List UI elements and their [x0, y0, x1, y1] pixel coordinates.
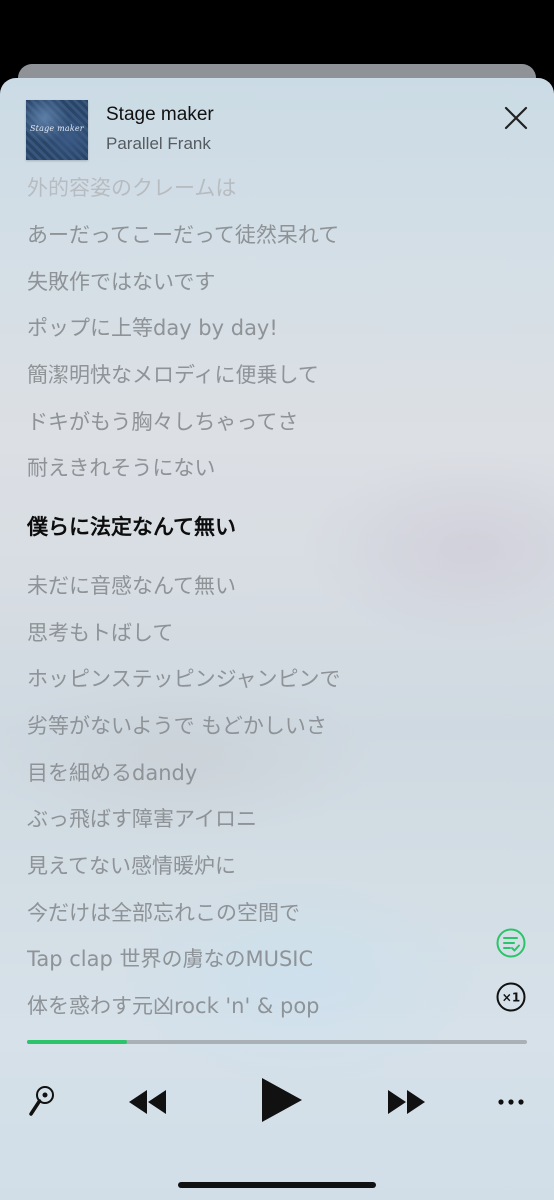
lyric-line[interactable]: ポップに上等day by day! — [27, 312, 278, 342]
lyric-line[interactable]: ホッピンステッピンジャンピンで — [27, 663, 341, 693]
progress-fill — [27, 1040, 127, 1044]
lyric-line[interactable]: 耐えきれそうにない — [27, 452, 215, 482]
close-button[interactable] — [500, 102, 532, 134]
lyrics-list[interactable]: 外的容姿のクレームは あーだってこーだって徒然呆れて 失敗作ではないです ポップ… — [27, 166, 527, 1026]
rewind-button[interactable] — [126, 1080, 170, 1124]
lyric-line[interactable]: 見えてない感情暖炉に — [27, 850, 236, 880]
lyric-line[interactable]: Tap clap 世界の虜なのMUSIC — [27, 943, 313, 973]
lyric-line-active[interactable]: 僕らに法定なんて無い — [27, 511, 236, 541]
microphone-icon — [29, 1086, 54, 1116]
play-icon — [262, 1078, 302, 1122]
album-art-text: Stage maker — [30, 124, 84, 133]
more-button[interactable] — [496, 1088, 526, 1116]
lyric-line[interactable]: 未だに音感なんて無い — [27, 570, 236, 600]
lyrics-sheet: Stage maker Stage maker Parallel Frank 外… — [0, 78, 554, 1200]
lyric-line[interactable]: 劣等がないようで もどかしいさ — [27, 710, 327, 740]
speed-icon: ×1 — [496, 982, 526, 1012]
progress-bar[interactable] — [27, 1040, 527, 1044]
lyrics-sync-button[interactable] — [496, 928, 526, 958]
lyric-line[interactable]: 目を細めるdandy — [27, 757, 197, 787]
lyric-line[interactable]: 体を惑わす元凶rock 'n' & pop — [27, 990, 320, 1020]
more-icon — [498, 1099, 524, 1105]
lyric-line[interactable]: あーだってこーだって徒然呆れて — [27, 219, 339, 249]
lyric-line[interactable]: 今だけは全部忘れこの空間で — [27, 897, 300, 927]
play-button[interactable] — [256, 1074, 304, 1126]
now-playing-header: Stage maker Stage maker Parallel Frank — [0, 78, 554, 178]
lyric-line[interactable]: ぶっ飛ばす障害アイロニ — [27, 803, 257, 833]
lyric-line[interactable]: 簡潔明快なメロディに便乗して — [27, 359, 319, 389]
karaoke-button[interactable] — [26, 1080, 58, 1124]
rewind-icon — [129, 1090, 166, 1114]
song-artist: Parallel Frank — [106, 134, 211, 153]
lyric-line[interactable]: ドキがもう胸々しちゃってさ — [27, 406, 298, 436]
home-indicator[interactable] — [178, 1182, 376, 1188]
close-icon — [504, 106, 528, 130]
lyric-line[interactable]: 失敗作ではないです — [27, 266, 215, 296]
fast-forward-icon — [388, 1090, 425, 1114]
lyric-line[interactable]: 外的容姿のクレームは — [27, 172, 236, 202]
lyrics-sync-icon — [496, 928, 526, 958]
song-title: Stage maker — [106, 104, 214, 125]
fast-forward-button[interactable] — [384, 1080, 428, 1124]
lyric-line[interactable]: 思考もトばして — [27, 617, 173, 647]
speed-button[interactable]: ×1 — [496, 982, 526, 1012]
album-art: Stage maker — [26, 100, 88, 160]
speed-label: ×1 — [502, 991, 520, 1005]
